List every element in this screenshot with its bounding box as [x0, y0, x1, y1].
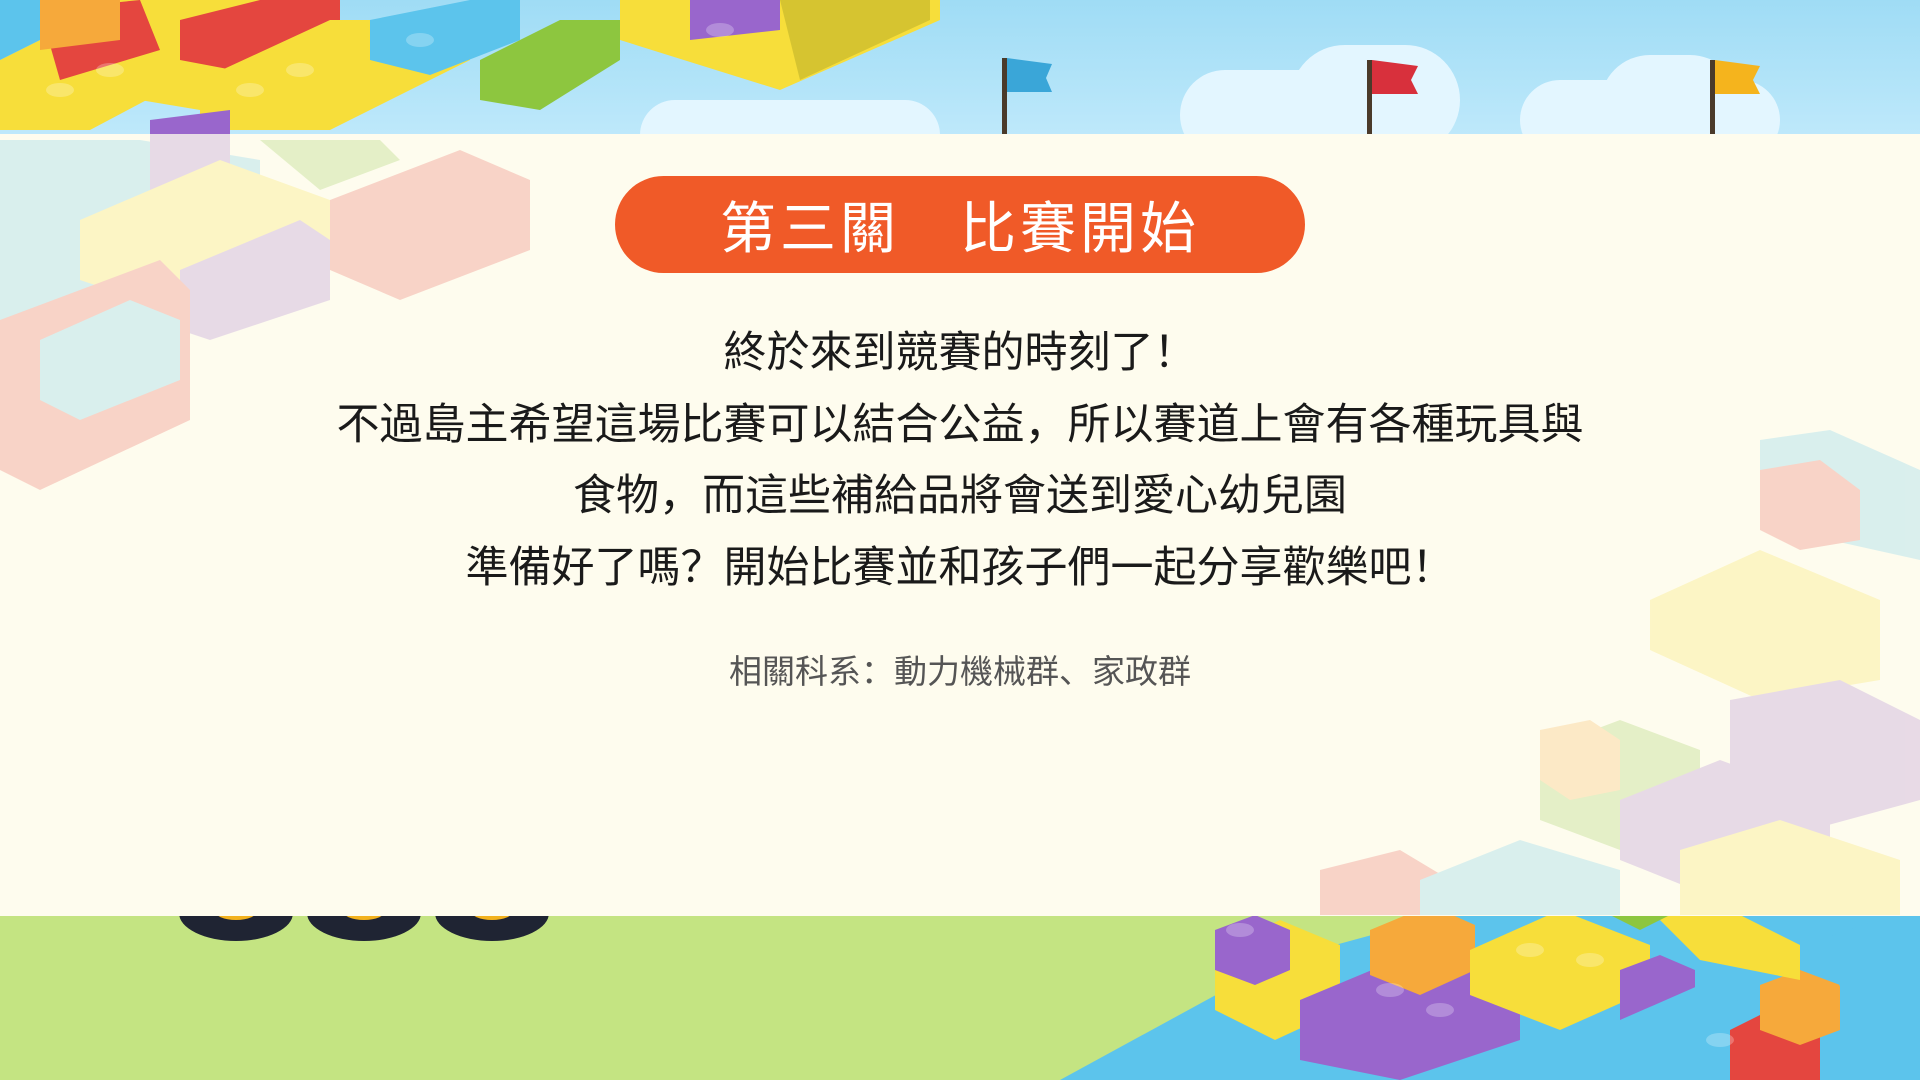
grass-background	[0, 915, 1920, 1080]
story-line: 終於來到競賽的時刻了！	[723, 328, 1197, 378]
story-line: 食物，而這些補給品將會送到愛心幼兒園	[573, 471, 1347, 521]
story-line: 不過島主希望這場比賽可以結合公益，所以賽道上會有各種玩具與	[336, 399, 1584, 450]
stage-title: 第三關 比賽開始	[720, 197, 1200, 262]
story-text: 終於來到競賽的時刻了！ 不過島主希望這場比賽可以結合公益，所以賽道上會有各種玩具…	[240, 318, 1680, 604]
stage-title-badge: 第三關 比賽開始	[615, 176, 1305, 273]
related-departments: 相關科系：動力機械群、家政群	[729, 652, 1191, 691]
story-line: 準備好了嗎？開始比賽並和孩子們一起分享歡樂吧！	[465, 542, 1455, 593]
sky-background	[0, 0, 1920, 140]
